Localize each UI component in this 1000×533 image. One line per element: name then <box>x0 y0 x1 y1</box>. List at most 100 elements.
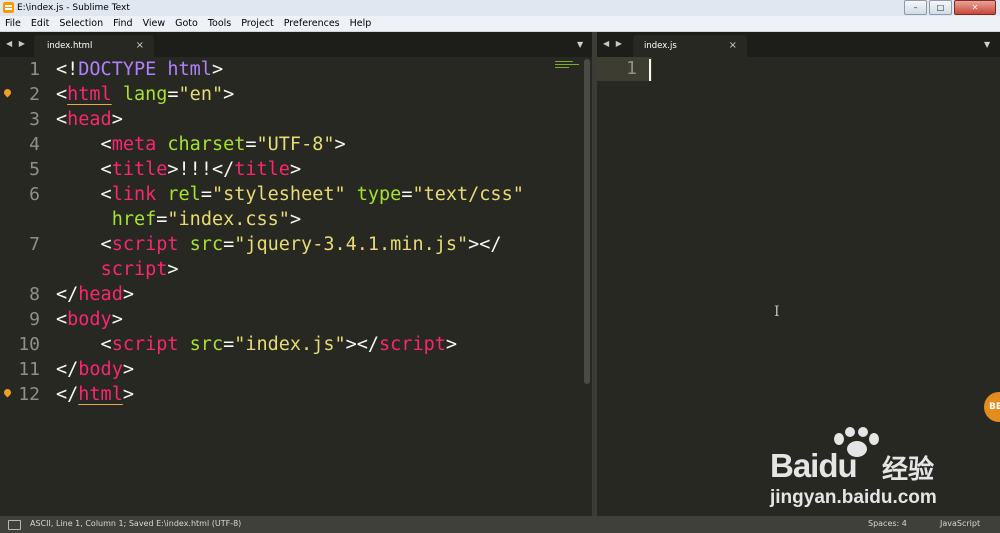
code-token: < <box>56 309 68 330</box>
line-number: 10 <box>18 334 40 355</box>
code-token: </ <box>56 284 79 305</box>
code-token: > <box>122 359 134 380</box>
code-token: </ <box>56 359 79 380</box>
menu-preferences[interactable]: Preferences <box>279 16 345 31</box>
code-token: "stylesheet" <box>211 184 346 205</box>
minimap[interactable] <box>555 61 581 75</box>
code-token: >!!!</ <box>167 159 235 180</box>
code-token: < <box>56 184 112 205</box>
code-token: type <box>356 184 402 205</box>
nav-arrows-icon[interactable]: ◀ ▶ <box>603 39 624 48</box>
code-token: html <box>67 84 112 105</box>
vertical-scrollbar[interactable] <box>584 59 590 384</box>
code-token: > <box>289 159 302 180</box>
code-token: < <box>56 334 112 355</box>
code-line[interactable]: href="index.css"> <box>56 207 301 232</box>
tab-close-icon[interactable]: × <box>729 40 737 51</box>
code-token: > <box>167 259 179 280</box>
code-token: title <box>111 159 168 180</box>
dropdown-arrow-icon[interactable]: ▼ <box>984 40 990 49</box>
nav-arrows-icon[interactable]: ◀ ▶ <box>6 39 27 48</box>
window-title: E:\index.js - Sublime Text <box>17 3 130 13</box>
menu-find[interactable]: Find <box>108 16 137 31</box>
code-line[interactable]: script> <box>56 257 179 282</box>
watermark-brand-part1: Bai <box>770 447 819 484</box>
maximize-icon: □ <box>936 3 945 12</box>
menu-help[interactable]: Help <box>345 16 377 31</box>
line-number: 5 <box>29 159 40 180</box>
menu-selection[interactable]: Selection <box>54 16 108 31</box>
tab-label: index.html <box>47 41 93 51</box>
title-bar: E:\index.js - Sublime Text – □ ✕ <box>0 0 1000 17</box>
code-token: lang <box>122 84 168 105</box>
code-token: DOCTYPE <box>78 59 157 80</box>
code-token: <! <box>56 59 79 80</box>
code-token: src <box>189 334 224 355</box>
code-token: "index.js" <box>234 334 346 355</box>
code-token: = <box>401 184 413 205</box>
code-token: < <box>56 84 68 105</box>
maximize-button[interactable]: □ <box>929 0 952 15</box>
line-number: 1 <box>29 59 40 80</box>
code-line[interactable]: <link rel="stylesheet" type="text/css" <box>56 182 524 207</box>
menu-view[interactable]: View <box>138 16 171 31</box>
code-token: head <box>78 284 123 305</box>
status-message: ASCII, Line 1, Column 1; Saved E:\index.… <box>30 519 242 528</box>
syntax-setting[interactable]: JavaScript <box>940 519 980 528</box>
status-bar: ASCII, Line 1, Column 1; Saved E:\index.… <box>0 516 1000 533</box>
code-token: script <box>111 234 179 255</box>
code-token: > <box>445 334 458 355</box>
watermark-url: jingyan.baidu.com <box>770 487 937 508</box>
code-line[interactable]: <meta charset="UTF-8"> <box>56 132 346 157</box>
menu-goto[interactable]: Goto <box>170 16 203 31</box>
code-token: < <box>56 159 112 180</box>
code-token: > <box>122 284 134 305</box>
sublime-text-icon <box>3 2 14 13</box>
menu-project[interactable]: Project <box>236 16 279 31</box>
menu-edit[interactable]: Edit <box>26 16 54 31</box>
menu-tools[interactable]: Tools <box>203 16 236 31</box>
tab-label: index.js <box>644 41 677 51</box>
line-number: 1 <box>626 58 637 79</box>
menu-file[interactable]: File <box>0 16 26 31</box>
code-token: = <box>245 134 257 155</box>
code-line[interactable]: </body> <box>56 357 134 382</box>
code-token: </ <box>56 384 79 405</box>
editor-index-html[interactable]: 1 2 3 4 5 6 7 8 9 10 11 12 <!DOCTYPE html> <html lan… <box>0 57 592 516</box>
code-line[interactable]: </head> <box>56 282 134 307</box>
code-line[interactable]: <script src="index.js"></script> <box>56 332 457 357</box>
dropdown-arrow-icon[interactable]: ▼ <box>577 40 583 49</box>
code-line[interactable]: <!DOCTYPE html> <box>56 57 223 82</box>
code-token: ></ <box>345 334 380 355</box>
code-line[interactable]: <title>!!!</title> <box>56 157 302 182</box>
code-token: script <box>111 334 179 355</box>
menu-bar: File Edit Selection Find View Goto Tools… <box>0 16 1000 32</box>
code-line[interactable]: </html> <box>56 382 134 407</box>
code-line[interactable]: <html lang="en"> <box>56 82 234 107</box>
code-token: > <box>111 109 123 130</box>
panel-toggle-icon[interactable] <box>8 520 21 530</box>
line-number: 6 <box>29 184 40 205</box>
close-button[interactable]: ✕ <box>954 0 996 15</box>
code-line[interactable]: <head> <box>56 107 123 132</box>
code-line[interactable]: <body> <box>56 307 123 332</box>
tab-index-js[interactable]: index.js × <box>633 35 747 57</box>
code-line[interactable]: <script src="jquery-3.4.1.min.js"></ <box>56 232 502 257</box>
tab-index-html[interactable]: index.html × <box>34 35 154 57</box>
code-token: > <box>334 134 346 155</box>
code-token: < <box>56 109 68 130</box>
code-token: > <box>223 84 235 105</box>
minimize-icon: – <box>913 3 918 12</box>
code-token: > <box>211 59 224 80</box>
code-token: > <box>111 309 123 330</box>
tab-close-icon[interactable]: × <box>136 40 144 51</box>
line-number: 9 <box>29 309 40 330</box>
minimize-button[interactable]: – <box>904 0 927 15</box>
code-token: = <box>223 234 235 255</box>
code-token: > <box>122 384 134 405</box>
code-token: body <box>78 359 123 380</box>
code-token: "index.css" <box>167 209 290 230</box>
indentation-setting[interactable]: Spaces: 4 <box>868 519 907 528</box>
